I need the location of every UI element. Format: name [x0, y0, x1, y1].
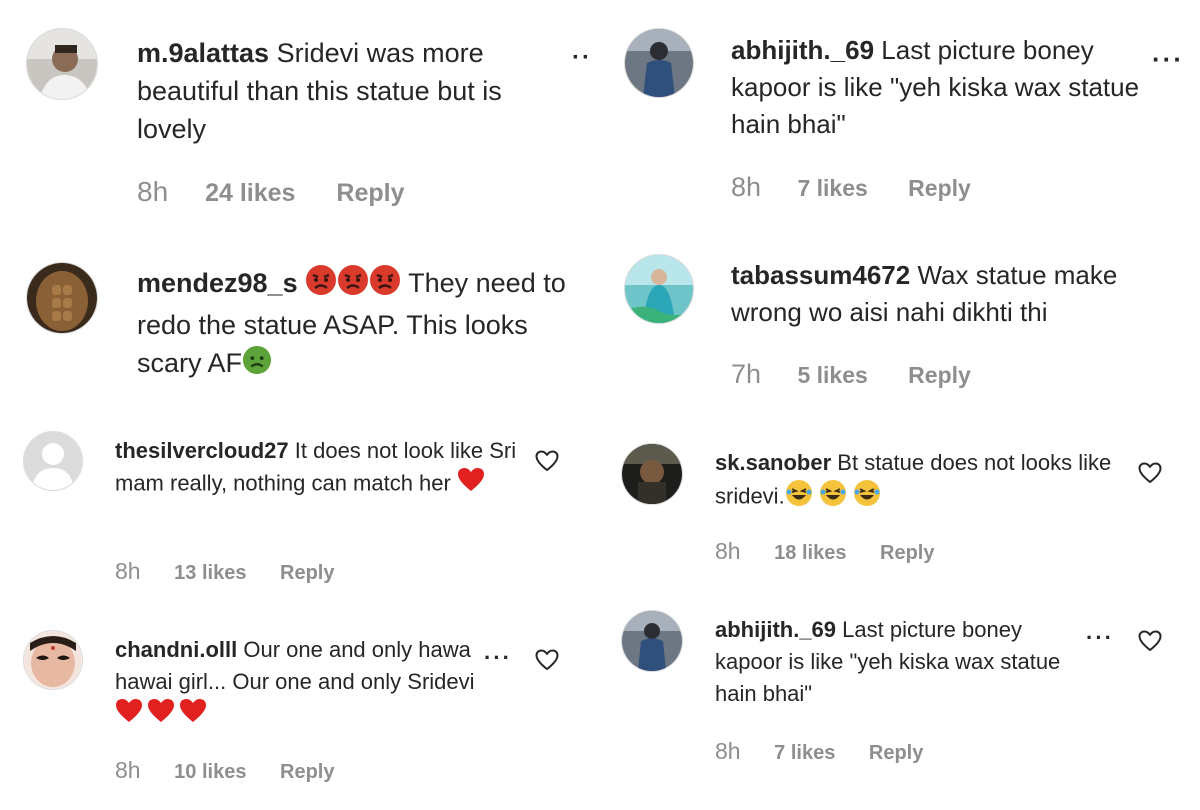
comment-time[interactable]: 8h — [115, 558, 141, 585]
comment-time[interactable]: 7h — [731, 359, 761, 390]
reply-button[interactable]: Reply — [880, 542, 934, 565]
reply-button[interactable]: Reply — [908, 362, 971, 389]
comment-meta: 8h 10 likes Reply — [115, 757, 334, 784]
comment-username[interactable]: thesilvercloud27 — [115, 438, 289, 463]
comment-time[interactable]: 8h — [731, 172, 761, 203]
comment-meta: 8h 13 likes Reply — [115, 558, 334, 585]
comment-meta: 8h 7 likes Reply — [715, 738, 923, 765]
more-options-icon[interactable]: ··· — [1086, 625, 1114, 651]
comment-meta: 8h 7 likes Reply — [731, 172, 971, 203]
red-heart-icon — [179, 698, 207, 733]
like-heart-icon[interactable] — [535, 450, 559, 477]
comment-username[interactable]: mendez98_s — [137, 268, 298, 298]
avatar[interactable] — [23, 630, 83, 690]
comment-likes[interactable]: 7 likes — [797, 175, 867, 202]
comment-likes[interactable]: 18 likes — [774, 542, 846, 565]
comment-text: tabassum4672 Wax statue make wrong wo ai… — [731, 257, 1171, 331]
more-options-icon[interactable]: ··· — [1152, 44, 1184, 75]
comment-text: m.9alattas Sridevi was more beautiful th… — [137, 34, 557, 148]
like-heart-icon[interactable] — [535, 649, 559, 676]
laughing-face-icon — [819, 479, 847, 516]
comment-meta: 7h 5 likes Reply — [731, 359, 971, 390]
avatar[interactable] — [624, 254, 694, 324]
reply-button[interactable]: Reply — [280, 761, 334, 784]
reply-button[interactable]: Reply — [869, 742, 923, 765]
comment-likes[interactable]: 10 likes — [174, 761, 246, 784]
avatar[interactable] — [621, 443, 683, 505]
comment-username[interactable]: sk.sanober — [715, 450, 831, 475]
comment-username[interactable]: tabassum4672 — [731, 260, 910, 290]
comment-username[interactable]: m.9alattas — [137, 38, 269, 68]
angry-face-icon — [305, 264, 337, 306]
like-heart-icon[interactable] — [1138, 462, 1162, 489]
avatar[interactable] — [624, 28, 694, 98]
comment-text: sk.sanober Bt statue does not looks like… — [715, 447, 1115, 516]
avatar[interactable] — [23, 431, 83, 491]
laughing-face-icon — [785, 479, 813, 516]
comment-time[interactable]: 8h — [715, 538, 741, 565]
red-heart-icon — [147, 698, 175, 733]
laughing-face-icon — [853, 479, 881, 516]
reply-button[interactable]: Reply — [336, 179, 404, 208]
angry-face-icon — [369, 264, 401, 306]
comment-username[interactable]: chandni.olll — [115, 637, 237, 662]
comment-text: abhijith._69 Last picture boney kapoor i… — [715, 614, 1085, 710]
comment-text: mendez98_s They need to redo the statue … — [137, 264, 597, 385]
comment-text: thesilvercloud27 It does not look like S… — [115, 435, 525, 502]
more-options-icon[interactable]: ··· — [484, 645, 512, 671]
comment-username[interactable]: abhijith._69 — [731, 35, 874, 65]
avatar[interactable] — [26, 28, 98, 100]
comment-time[interactable]: 8h — [715, 738, 741, 765]
comment-meta: 8h 18 likes Reply — [715, 538, 934, 565]
reply-button[interactable]: Reply — [908, 175, 971, 202]
red-heart-icon — [457, 467, 485, 502]
comment-text: abhijith._69 Last picture boney kapoor i… — [731, 32, 1151, 143]
comment-time[interactable]: 8h — [137, 176, 168, 208]
like-heart-icon[interactable] — [1138, 630, 1162, 657]
nauseated-face-icon — [242, 345, 272, 385]
avatar[interactable] — [621, 610, 683, 672]
comment-likes[interactable]: 7 likes — [774, 742, 835, 765]
angry-face-icon — [337, 264, 369, 306]
comment-username[interactable]: abhijith._69 — [715, 617, 836, 642]
comment-likes[interactable]: 5 likes — [797, 362, 867, 389]
reply-button[interactable]: Reply — [280, 562, 334, 585]
more-options-icon[interactable]: ·· — [572, 44, 592, 72]
comment-meta: 8h 24 likes Reply — [137, 176, 405, 208]
avatar[interactable] — [26, 262, 98, 334]
comment-likes[interactable]: 24 likes — [205, 179, 295, 208]
red-heart-icon — [115, 698, 143, 733]
comment-text: chandni.olll Our one and only hawa hawai… — [115, 634, 485, 733]
comment-likes[interactable]: 13 likes — [174, 562, 246, 585]
comment-time[interactable]: 8h — [115, 757, 141, 784]
